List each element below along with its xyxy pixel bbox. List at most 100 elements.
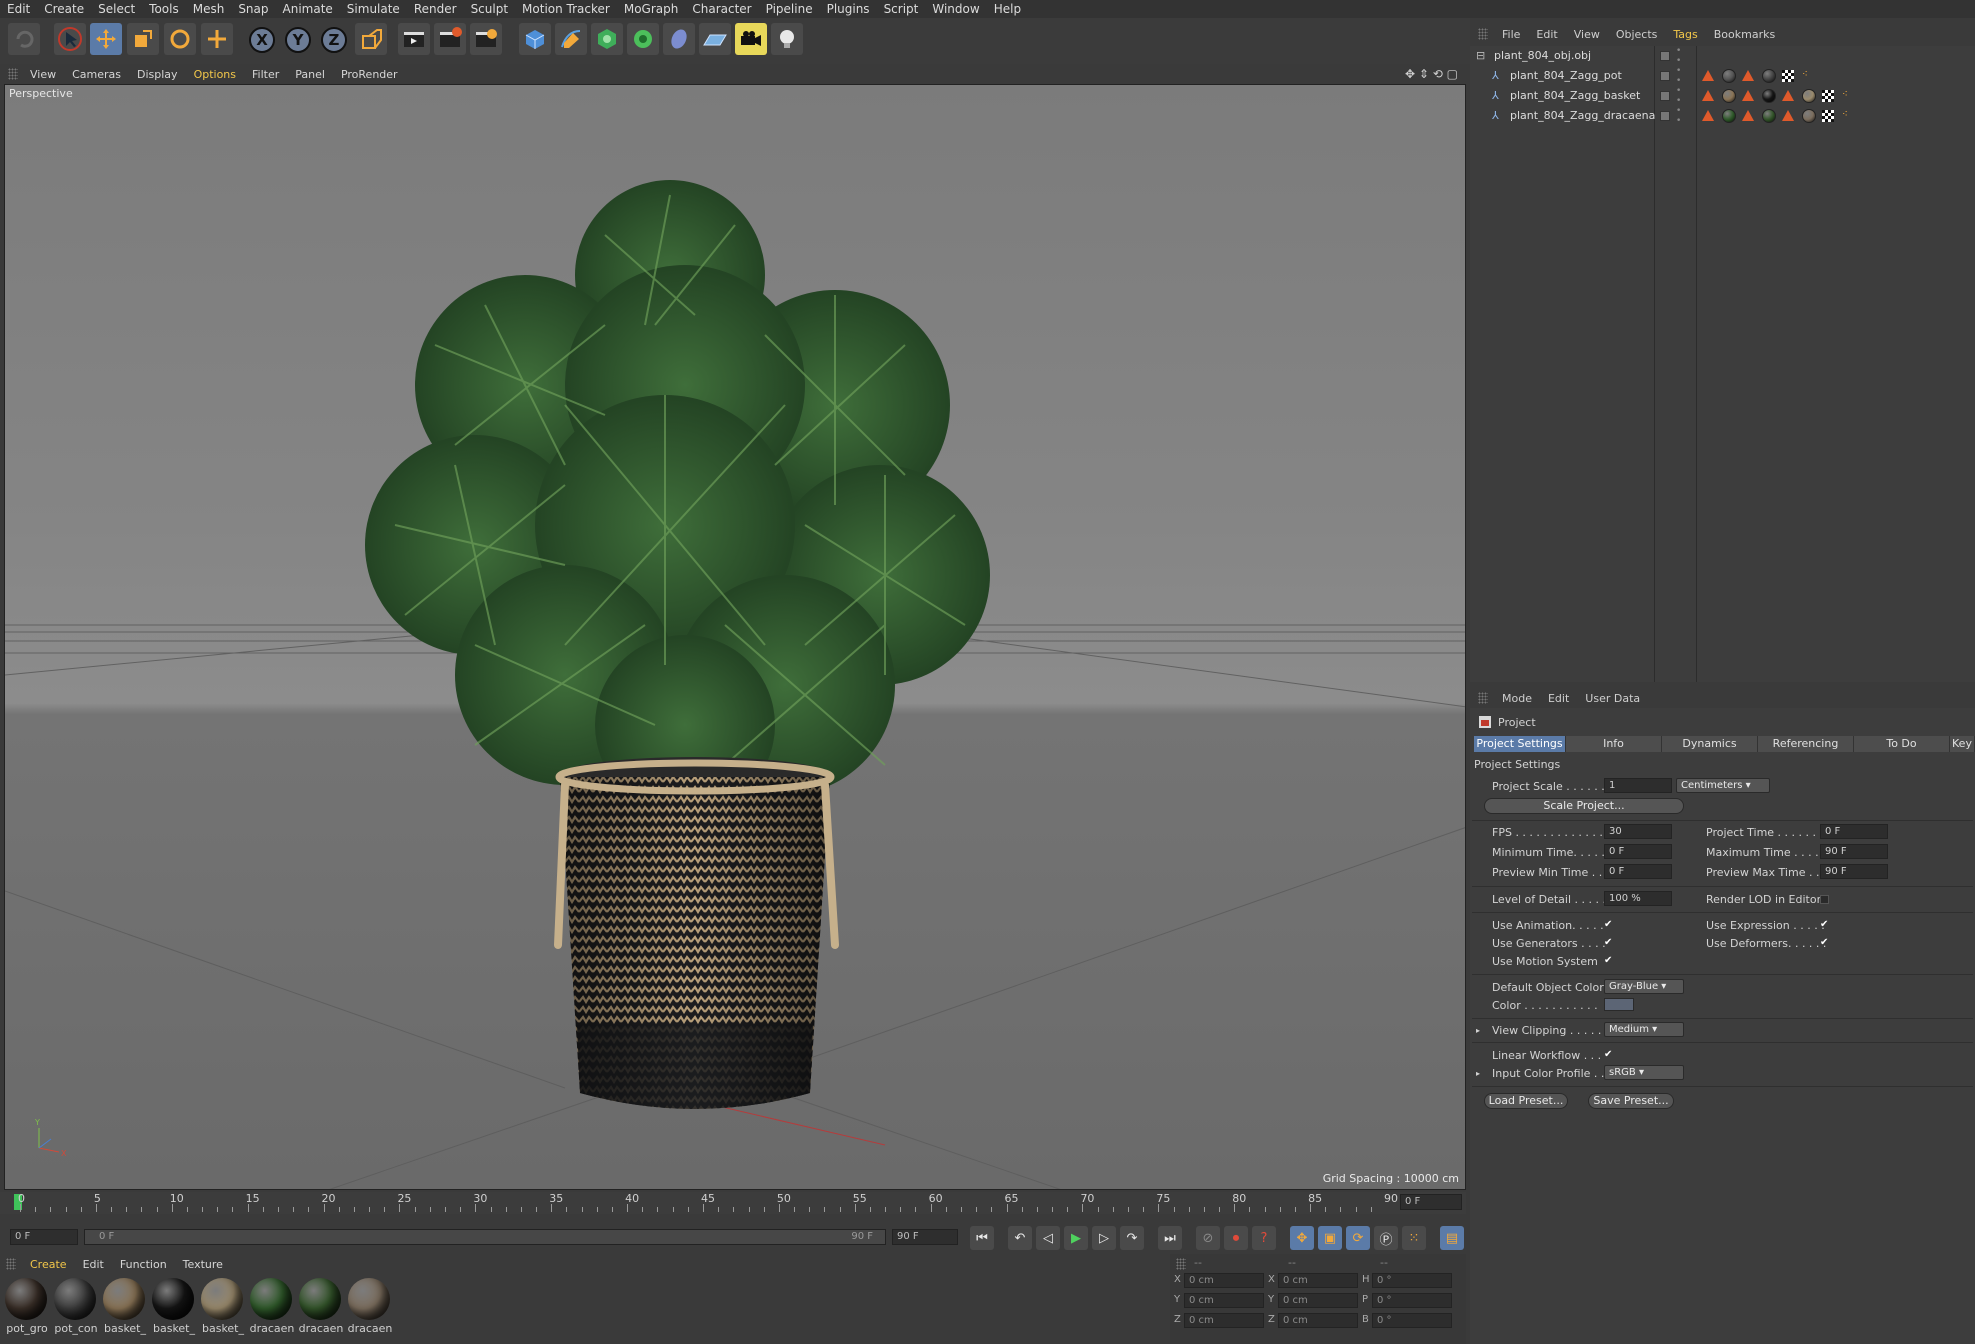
end-frame-field[interactable]: 90 F xyxy=(892,1229,958,1245)
transform-tool-icon[interactable] xyxy=(201,23,233,55)
z-axis-lock-button[interactable]: Z xyxy=(321,27,347,53)
go-to-start-icon[interactable]: ⏮ xyxy=(970,1226,994,1250)
object-row[interactable]: ⅄ plant_804_Zagg_pot • • ⁖ xyxy=(1470,66,1975,86)
menu-script[interactable]: Script xyxy=(877,0,926,18)
deformer-icon[interactable] xyxy=(663,23,695,55)
project-time-field[interactable]: 0 F xyxy=(1820,824,1888,839)
current-frame-field[interactable]: 0 F xyxy=(1400,1194,1462,1210)
am-menu-edit[interactable]: Edit xyxy=(1540,692,1577,705)
material-tag-icon[interactable] xyxy=(1802,109,1816,123)
layer-icon[interactable] xyxy=(1660,91,1670,101)
scale-tool-icon[interactable] xyxy=(127,23,159,55)
project-scale-field[interactable]: 1 xyxy=(1604,778,1672,793)
selection-tag-icon[interactable]: ⁖ xyxy=(1842,90,1848,100)
panel-grip-icon[interactable] xyxy=(1176,1258,1186,1270)
preview-range-slider[interactable]: 0 F 90 F xyxy=(84,1229,886,1245)
am-menu-user-data[interactable]: User Data xyxy=(1577,692,1648,705)
use-expression-checkbox[interactable]: ✔ xyxy=(1820,920,1830,930)
minimum-time-field[interactable]: 0 F xyxy=(1604,844,1672,859)
play-icon[interactable]: ▶ xyxy=(1064,1226,1088,1250)
menu-window[interactable]: Window xyxy=(925,0,986,18)
render-lod-checkbox[interactable] xyxy=(1820,895,1829,904)
menu-render[interactable]: Render xyxy=(407,0,464,18)
material-tag-icon[interactable] xyxy=(1802,89,1816,103)
default-object-color-dropdown[interactable]: Gray-Blue ▾ xyxy=(1604,979,1684,994)
input-color-profile-expand-icon[interactable]: ▸ xyxy=(1476,1069,1480,1078)
visibility-dots-icon[interactable]: • • xyxy=(1676,66,1681,86)
undo-icon[interactable] xyxy=(8,23,40,55)
previous-key-icon[interactable]: ↶ xyxy=(1008,1226,1032,1250)
material-swatch[interactable]: dracaen xyxy=(298,1278,343,1335)
color-swatch[interactable] xyxy=(1604,998,1634,1011)
mograph-cloner-icon[interactable] xyxy=(627,23,659,55)
coord-value-field[interactable]: 0 cm xyxy=(1278,1313,1358,1328)
timeline-ruler[interactable]: 0 5 10 15 20 25 30 35 40 45 50 55 60 65 70 75 80 85 90 0 F xyxy=(0,1192,1466,1214)
menu-sculpt[interactable]: Sculpt xyxy=(464,0,515,18)
tab-to-do[interactable]: To Do xyxy=(1854,736,1950,752)
phong-tag-icon[interactable] xyxy=(1702,90,1714,101)
next-frame-icon[interactable]: ▷ xyxy=(1092,1226,1116,1250)
layer-icon[interactable] xyxy=(1660,51,1670,61)
object-row[interactable]: ⊟ plant_804_obj.obj • • xyxy=(1470,46,1975,66)
material-menu-edit[interactable]: Edit xyxy=(75,1258,112,1271)
render-settings-icon[interactable] xyxy=(470,23,502,55)
save-preset-button[interactable]: Save Preset... xyxy=(1588,1093,1674,1109)
phong-tag-icon[interactable] xyxy=(1742,110,1754,121)
phong-tag-icon[interactable] xyxy=(1782,110,1794,121)
move-tool-icon[interactable] xyxy=(90,23,122,55)
material-menu-function[interactable]: Function xyxy=(112,1258,175,1271)
panel-grip-icon[interactable] xyxy=(8,68,18,80)
viewport-menu-cameras[interactable]: Cameras xyxy=(64,68,129,81)
object-name[interactable]: plant_804_Zagg_basket xyxy=(1510,86,1640,106)
material-swatch[interactable]: basket_ xyxy=(151,1278,195,1335)
coord-value-field[interactable]: 0 cm xyxy=(1184,1273,1264,1288)
material-swatch[interactable]: basket_ xyxy=(102,1278,146,1335)
material-swatch[interactable]: dracaen xyxy=(347,1278,392,1335)
previous-frame-icon[interactable]: ◁ xyxy=(1036,1226,1060,1250)
object-name[interactable]: plant_804_obj.obj xyxy=(1494,46,1591,66)
material-tag-icon[interactable] xyxy=(1762,89,1776,103)
record-position-icon[interactable]: ⊘ xyxy=(1196,1226,1220,1250)
viewport-navigation-icons[interactable]: ✥ ⇕ ⟲ ▢ xyxy=(1405,67,1458,81)
visibility-dots-icon[interactable]: • • xyxy=(1676,86,1681,106)
load-preset-button[interactable]: Load Preset... xyxy=(1484,1093,1568,1109)
rotate-tool-icon[interactable] xyxy=(164,23,196,55)
phong-tag-icon[interactable] xyxy=(1742,90,1754,101)
menu-animate[interactable]: Animate xyxy=(276,0,340,18)
material-tag-icon[interactable] xyxy=(1762,109,1776,123)
viewport-menu-panel[interactable]: Panel xyxy=(287,68,333,81)
use-animation-checkbox[interactable]: ✔ xyxy=(1604,920,1614,930)
uvw-tag-icon[interactable] xyxy=(1822,90,1834,102)
timeline-layout-icon[interactable]: ▤ xyxy=(1440,1226,1464,1250)
menu-snap[interactable]: Snap xyxy=(231,0,275,18)
selection-tag-icon[interactable]: ⁖ xyxy=(1802,70,1808,80)
menu-select[interactable]: Select xyxy=(91,0,142,18)
tab-project-settings[interactable]: Project Settings xyxy=(1474,736,1566,752)
tab-referencing[interactable]: Referencing xyxy=(1758,736,1854,752)
viewport-menu-prorender[interactable]: ProRender xyxy=(333,68,406,81)
key-scale-icon[interactable]: ▣ xyxy=(1318,1226,1342,1250)
om-menu-edit[interactable]: Edit xyxy=(1528,28,1565,41)
phong-tag-icon[interactable] xyxy=(1702,110,1714,121)
layer-icon[interactable] xyxy=(1660,111,1670,121)
coord-value-field[interactable]: 0 ° xyxy=(1372,1273,1452,1288)
preview-max-time-field[interactable]: 90 F xyxy=(1820,864,1888,879)
material-tag-icon[interactable] xyxy=(1762,69,1776,83)
om-menu-tags[interactable]: Tags xyxy=(1665,28,1705,41)
tab-dynamics[interactable]: Dynamics xyxy=(1662,736,1758,752)
layer-icon[interactable] xyxy=(1660,71,1670,81)
go-to-end-icon[interactable]: ⏭ xyxy=(1158,1226,1182,1250)
object-row[interactable]: ⅄ plant_804_Zagg_dracaena • • ⁖ xyxy=(1470,106,1975,126)
material-swatch[interactable]: basket_ xyxy=(200,1278,244,1335)
object-name[interactable]: plant_804_Zagg_pot xyxy=(1510,66,1622,86)
scale-project-button[interactable]: Scale Project... xyxy=(1484,798,1684,814)
coord-value-field[interactable]: 0 ° xyxy=(1372,1313,1452,1328)
generator-icon[interactable] xyxy=(591,23,623,55)
am-menu-mode[interactable]: Mode xyxy=(1494,692,1540,705)
menu-pipeline[interactable]: Pipeline xyxy=(759,0,820,18)
object-name[interactable]: plant_804_Zagg_dracaena xyxy=(1510,106,1655,126)
pen-spline-icon[interactable] xyxy=(555,23,587,55)
visibility-dots-icon[interactable]: • • xyxy=(1676,46,1681,66)
preview-min-time-field[interactable]: 0 F xyxy=(1604,864,1672,879)
uvw-tag-icon[interactable] xyxy=(1822,110,1834,122)
